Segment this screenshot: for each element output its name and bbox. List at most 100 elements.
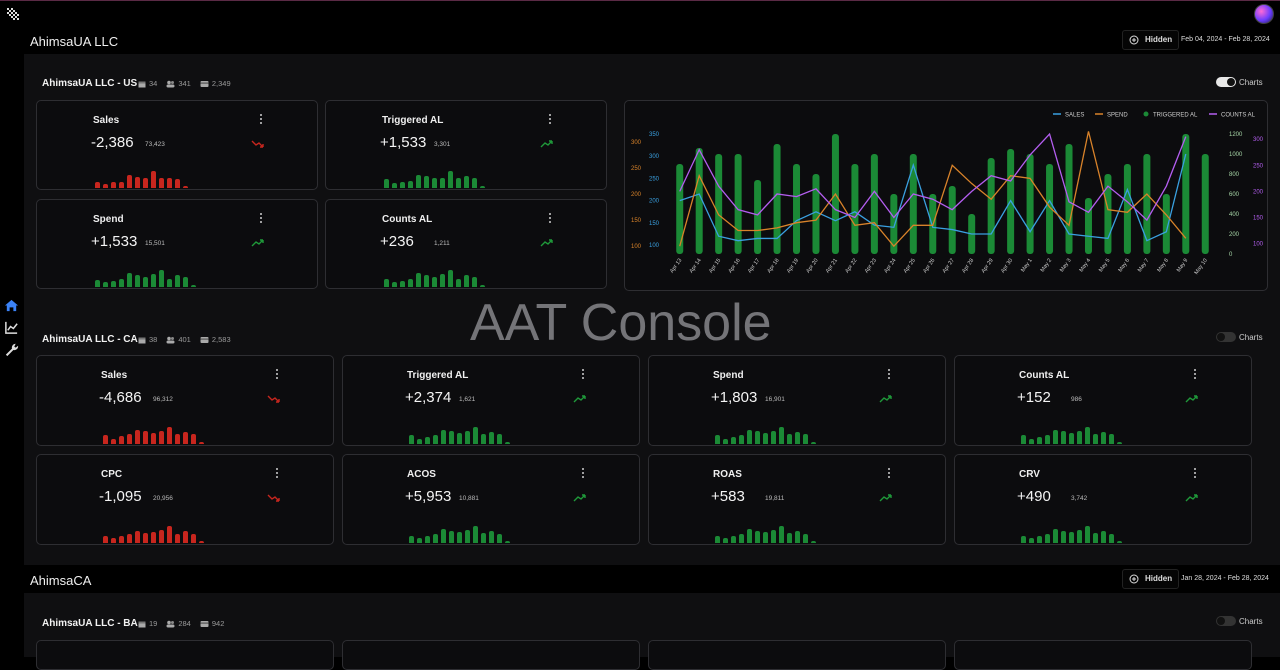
date-range[interactable]: Jan 28, 2024 - Feb 28, 2024 xyxy=(1181,575,1269,582)
sparkbar xyxy=(1037,536,1042,543)
kebab-menu-icon[interactable] xyxy=(1192,368,1198,380)
wrench-icon[interactable] xyxy=(4,342,19,357)
metric-card-acos[interactable]: ACOS +5,953 10,881 xyxy=(342,454,640,545)
combined-chart-svg: SALES SPEND TRIGGERED AL COUNTS AL 100 150 200… xyxy=(631,111,1264,276)
sparkbar xyxy=(167,279,172,287)
sparkbar-chart xyxy=(384,170,485,188)
metric-card-partial[interactable] xyxy=(648,640,946,670)
kebab-menu-icon[interactable] xyxy=(580,368,586,380)
sparkbar xyxy=(457,532,462,543)
trend-down-icon xyxy=(251,140,264,148)
metric-card-spend[interactable]: Spend +1,533 15,501 xyxy=(36,199,318,289)
metric-card-partial[interactable] xyxy=(342,640,640,670)
card-title: Sales xyxy=(93,115,120,126)
x-tick-label: May 10 xyxy=(1194,258,1209,276)
users-icon xyxy=(166,80,175,87)
charts-toggle[interactable] xyxy=(1216,332,1236,342)
kebab-menu-icon[interactable] xyxy=(274,467,280,479)
metric-card-sales[interactable]: Sales -4,686 96,312 xyxy=(36,355,334,446)
panel-meta: 34 341 2,349 xyxy=(138,79,231,88)
metric-card-sales[interactable]: Sales -2,386 73,423 xyxy=(36,100,318,190)
sparkbar xyxy=(111,182,116,188)
sparkbar xyxy=(199,442,204,444)
card-title: Spend xyxy=(93,214,124,225)
kebab-menu-icon[interactable] xyxy=(258,212,264,224)
triggered-bar xyxy=(754,180,762,254)
metric-card-triggered-al[interactable]: Triggered AL +1,533 3,301 xyxy=(325,100,607,190)
metric-card-triggered-al[interactable]: Triggered AL +2,374 1,621 xyxy=(342,355,640,446)
kebab-menu-icon[interactable] xyxy=(258,113,264,125)
plus-circle-icon xyxy=(1129,574,1139,584)
metric-card-counts-al[interactable]: Counts AL +236 1,211 xyxy=(325,199,607,289)
kebab-menu-icon[interactable] xyxy=(580,467,586,479)
y-tick-counts: 100 xyxy=(1253,242,1264,248)
kebab-menu-icon[interactable] xyxy=(547,113,553,125)
charts-toggle[interactable] xyxy=(1216,616,1236,626)
panel-title: AhimsaUA LLC - BA xyxy=(42,618,138,629)
y-tick-sales: 250 xyxy=(649,176,660,182)
trend-down-icon xyxy=(267,395,280,403)
sparkbar xyxy=(1077,530,1082,543)
metric-card-cpc[interactable]: CPC -1,095 20,956 xyxy=(36,454,334,545)
sparkbar xyxy=(1117,442,1122,444)
y-tick-sales: 350 xyxy=(649,132,660,138)
home-icon[interactable] xyxy=(4,298,19,313)
kebab-menu-icon[interactable] xyxy=(274,368,280,380)
card-subvalue: 20,956 xyxy=(153,495,173,502)
card-subvalue: 3,301 xyxy=(434,141,451,148)
sparkbar xyxy=(159,178,164,188)
user-avatar[interactable] xyxy=(1254,4,1274,24)
sparkbar xyxy=(151,171,156,188)
sparkbar xyxy=(481,533,486,543)
trend-up-icon xyxy=(1185,395,1198,403)
sparkbar xyxy=(1021,435,1026,444)
legend-swatch xyxy=(1143,111,1149,117)
triggered-bar xyxy=(948,186,956,254)
metric-card-counts-al[interactable]: Counts AL +152 986 xyxy=(954,355,1252,446)
charts-toggle-label: Charts xyxy=(1239,333,1263,342)
metric-card-partial[interactable] xyxy=(36,640,334,670)
metric-card-roas[interactable]: ROAS +583 19,811 xyxy=(648,454,946,545)
y-tick-sales: 100 xyxy=(649,243,660,249)
hidden-toggle-button[interactable]: Hidden xyxy=(1122,569,1180,589)
card-icon xyxy=(200,80,209,87)
watermark: AAT Console xyxy=(470,294,772,352)
sparkbar-chart xyxy=(103,426,204,444)
kebab-menu-icon[interactable] xyxy=(1192,467,1198,479)
sparkbar xyxy=(473,526,478,543)
app-logo-icon[interactable] xyxy=(6,7,20,21)
sparkbar xyxy=(417,439,422,444)
x-tick-label: May 5 xyxy=(1098,258,1112,274)
hidden-toggle-button[interactable]: Hidden xyxy=(1122,30,1180,50)
kebab-menu-icon[interactable] xyxy=(547,212,553,224)
sparkbar xyxy=(183,186,188,188)
kebab-menu-icon[interactable] xyxy=(886,467,892,479)
sparkbar xyxy=(127,175,132,188)
sparkbar xyxy=(103,184,108,188)
chart-line-icon[interactable] xyxy=(4,320,19,335)
y-tick-spend: 300 xyxy=(631,140,642,146)
kebab-menu-icon[interactable] xyxy=(886,368,892,380)
triggered-bar xyxy=(715,154,723,254)
metric-card-spend[interactable]: Spend +1,803 16,901 xyxy=(648,355,946,446)
triggered-bar xyxy=(1065,144,1073,254)
metric-card-crv[interactable]: CRV +490 3,742 xyxy=(954,454,1252,545)
charts-toggle[interactable] xyxy=(1216,77,1236,87)
y-tick-triggered: 1000 xyxy=(1229,152,1243,158)
y-tick-sales: 150 xyxy=(649,221,660,227)
date-range[interactable]: Feb 04, 2024 - Feb 28, 2024 xyxy=(1181,36,1270,43)
sparkbar xyxy=(175,534,180,543)
trend-up-icon xyxy=(251,239,264,247)
metric-card-partial[interactable] xyxy=(954,640,1252,670)
combined-chart[interactable]: SALES SPEND TRIGGERED AL COUNTS AL 100 150 200… xyxy=(624,100,1268,291)
sparkbar xyxy=(135,275,140,287)
sparkbar xyxy=(1085,427,1090,444)
sparkbar xyxy=(416,273,421,287)
sparkbar xyxy=(723,439,728,444)
card-title: Spend xyxy=(713,370,744,381)
sparkbar-chart xyxy=(1021,525,1122,543)
triggered-bar xyxy=(773,144,781,254)
card-title: Counts AL xyxy=(1019,370,1070,381)
section-title: AhimsaUA LLC xyxy=(30,34,119,49)
sparkbar xyxy=(465,431,470,444)
